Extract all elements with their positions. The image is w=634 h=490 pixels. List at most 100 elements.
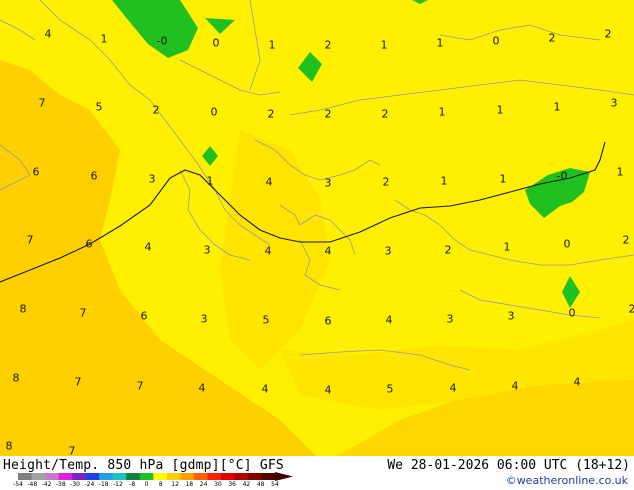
- contour-label: 4: [511, 379, 519, 393]
- scale-tick-label: 12: [171, 481, 179, 488]
- contour-label: 6: [85, 237, 93, 251]
- contour-label: 1: [206, 174, 214, 188]
- contour-label: 3: [148, 172, 156, 186]
- contour-label: 3: [507, 309, 515, 323]
- contour-label: 4: [324, 383, 332, 397]
- contour-label: 2: [152, 103, 160, 117]
- color-swatch: [220, 473, 235, 480]
- contour-label: 2: [444, 243, 452, 257]
- contour-label: 1: [440, 174, 448, 188]
- contour-label: 1: [616, 165, 624, 179]
- scale-tick-label: -54: [13, 481, 23, 488]
- color-scale-labels: -54 -48 -42 -38 -30 -24 -18 -12 -8 0 8 12 18 24 30 36 42…: [13, 481, 298, 490]
- contour-label: 7: [136, 379, 144, 393]
- color-swatch: [180, 473, 195, 480]
- scale-tick-label: -48: [27, 481, 38, 488]
- contour-label: 2: [628, 302, 634, 316]
- scale-tick-label: -30: [70, 481, 80, 488]
- contour-label: 0: [210, 105, 218, 119]
- contour-label: 7: [74, 375, 82, 389]
- color-swatch: [99, 473, 113, 480]
- contour-label: 2: [324, 38, 332, 52]
- scale-tick-label: 36: [228, 481, 237, 488]
- contour-label: 7: [26, 233, 34, 247]
- color-swatch: [85, 473, 100, 480]
- scale-tick-label: 8: [158, 481, 163, 488]
- contour-label: 0: [212, 36, 220, 50]
- color-swatch: [234, 473, 249, 480]
- contour-label: 0: [568, 306, 576, 320]
- color-scale-bar: [18, 472, 293, 481]
- contour-label: 4: [264, 244, 272, 258]
- scale-tick-label: 54: [271, 481, 279, 488]
- scale-tick-label: 0: [144, 481, 149, 488]
- contour-label: 1: [380, 38, 388, 52]
- scale-tick-label: -42: [41, 481, 52, 488]
- contour-label: 8: [19, 302, 27, 316]
- scale-tick-label: 24: [199, 481, 208, 488]
- contour-label: 3: [324, 176, 332, 190]
- contour-label: 4: [144, 240, 152, 254]
- map-title: Height/Temp. 850 hPa [gdmp][°C] GFS: [3, 458, 284, 473]
- contour-label: 1: [100, 32, 108, 46]
- contour-label: 4: [573, 375, 581, 389]
- contour-label: 4: [324, 244, 332, 258]
- contour-label: 5: [262, 313, 270, 327]
- contour-label: 2: [548, 31, 556, 45]
- color-swatch: [139, 473, 154, 480]
- valid-datetime: We 28-01-2026 06:00 UTC (18+12): [387, 458, 630, 473]
- scale-tick-label: 30: [214, 481, 222, 488]
- contour-label: 5: [386, 382, 394, 396]
- color-swatch: [18, 473, 32, 480]
- contour-label: 0: [563, 237, 571, 251]
- contour-label: 4: [44, 27, 52, 41]
- contour-label: 3: [610, 96, 618, 110]
- scale-tick-label: 18: [185, 481, 194, 488]
- color-swatch: [261, 473, 276, 480]
- contour-label: 1: [496, 103, 504, 117]
- contour-label: 6: [324, 314, 332, 328]
- contour-label: 4: [261, 382, 269, 396]
- contour-label: 6: [140, 309, 148, 323]
- contour-label: 3: [446, 312, 454, 326]
- contour-label: 1: [438, 105, 446, 119]
- contour-label: 3: [384, 244, 392, 258]
- contour-label: -0: [556, 169, 568, 183]
- contour-label: 2: [604, 27, 612, 41]
- color-swatch: [31, 473, 46, 480]
- contour-label: 3: [200, 312, 208, 326]
- color-swatch: [193, 473, 208, 480]
- contour-label: 1: [436, 36, 444, 50]
- contour-label: 7: [38, 96, 46, 110]
- contour-label: 1: [553, 100, 561, 114]
- contour-label: 8: [12, 371, 20, 385]
- contour-label: -0: [156, 34, 168, 48]
- contour-label: 2: [382, 175, 390, 189]
- contour-label: 1: [503, 240, 511, 254]
- scale-arrow-right: [275, 472, 293, 481]
- color-swatch: [166, 473, 181, 480]
- scale-tick-label: 42: [242, 481, 251, 488]
- contour-label: 6: [32, 165, 40, 179]
- scale-tick-label: -18: [98, 481, 109, 488]
- color-swatch: [58, 473, 73, 480]
- color-swatch: [72, 473, 86, 480]
- contour-label: 6: [90, 169, 98, 183]
- scale-tick-label: -12: [112, 481, 123, 488]
- contour-label: 4: [449, 381, 457, 395]
- contour-label: 3: [203, 243, 211, 257]
- scale-tick-label: -24: [84, 481, 95, 488]
- contour-label: 2: [622, 233, 630, 247]
- scale-tick-label: -8: [129, 481, 136, 488]
- color-swatch: [126, 473, 141, 480]
- color-swatch: [207, 473, 222, 480]
- contour-label: 2: [267, 107, 275, 121]
- contour-label: 4: [198, 381, 206, 395]
- contour-label: 5: [95, 100, 103, 114]
- credit-link[interactable]: ©weatheronline.co.uk: [506, 474, 628, 487]
- contour-label: 4: [265, 175, 273, 189]
- contour-label: 8: [5, 439, 13, 453]
- color-swatch: [45, 473, 59, 480]
- contour-label: 7: [79, 306, 87, 320]
- contour-label: 1: [268, 38, 276, 52]
